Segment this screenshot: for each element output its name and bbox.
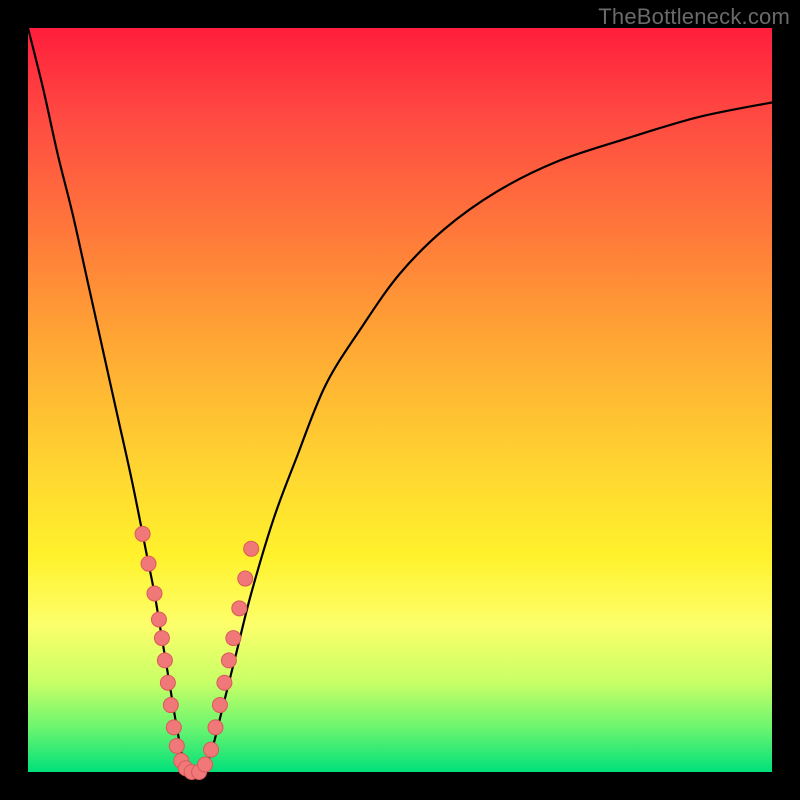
- marker-dot: [147, 586, 162, 601]
- marker-dot: [238, 571, 253, 586]
- marker-dot: [157, 653, 172, 668]
- curve-layer: [28, 28, 772, 773]
- marker-dot: [166, 720, 181, 735]
- marker-dot: [221, 653, 236, 668]
- outer-frame: TheBottleneck.com: [0, 0, 800, 800]
- marker-dot: [226, 631, 241, 646]
- marker-dot: [212, 698, 227, 713]
- marker-dot: [135, 526, 150, 541]
- marker-dot: [217, 675, 232, 690]
- watermark-text: TheBottleneck.com: [598, 4, 790, 30]
- marker-dot: [169, 738, 184, 753]
- marker-dot: [141, 556, 156, 571]
- marker-dot: [160, 675, 175, 690]
- marker-dot: [232, 601, 247, 616]
- marker-dot: [154, 631, 169, 646]
- curve-svg: [28, 28, 772, 772]
- bottleneck-curve: [28, 28, 772, 773]
- marker-dot: [151, 612, 166, 627]
- marker-dot: [244, 541, 259, 556]
- marker-dot: [198, 757, 213, 772]
- marker-dot: [208, 720, 223, 735]
- marker-dot: [163, 698, 178, 713]
- marker-layer: [135, 526, 259, 779]
- plot-area: [28, 28, 772, 772]
- marker-dot: [204, 742, 219, 757]
